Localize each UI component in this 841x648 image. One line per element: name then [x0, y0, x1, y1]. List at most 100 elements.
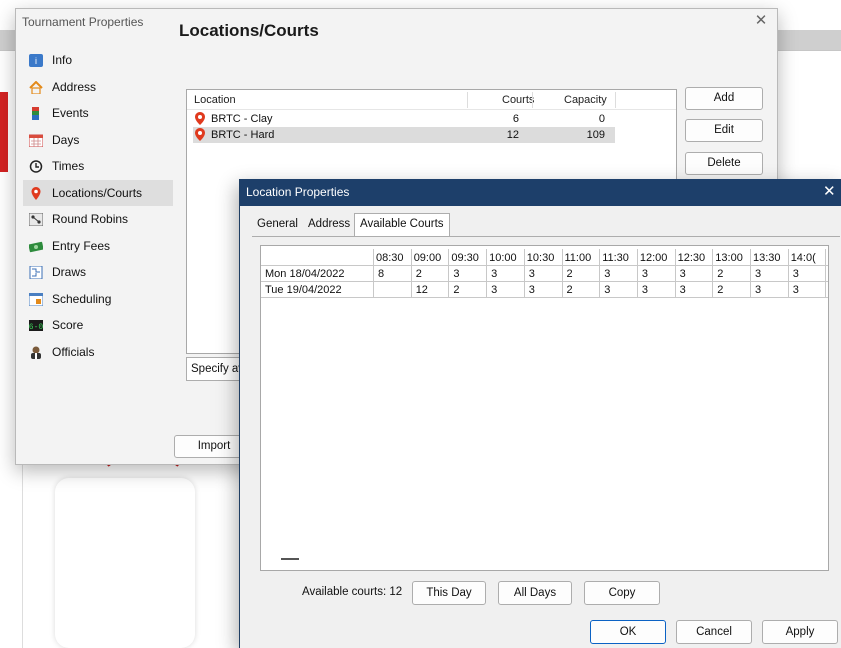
time-column-header[interactable]: 08:30	[376, 250, 404, 266]
time-column-header[interactable]: 14:0(	[791, 250, 816, 266]
available-courts-grid[interactable]: 08:30 09:00 09:30 10:00 10:30 11:00 11:30 12:00…	[260, 245, 829, 571]
time-column-header[interactable]: 11:00	[565, 250, 592, 266]
horizontal-scrollbar[interactable]	[281, 558, 299, 560]
sidebar-item-locations-courts[interactable]: Locations/Courts	[23, 179, 173, 206]
calendar-icon	[29, 134, 43, 147]
sidebar-item-label: Info	[52, 53, 73, 67]
column-header-courts[interactable]: Courts	[502, 94, 534, 106]
time-column-header[interactable]: 09:00	[414, 250, 442, 266]
column-divider	[467, 92, 468, 108]
tab-divider	[252, 236, 840, 237]
delete-button[interactable]: Delete	[685, 152, 763, 175]
sidebar-item-score[interactable]: 6-0 Score	[23, 312, 173, 339]
court-count-cell[interactable]: 8	[378, 266, 384, 282]
sidebar-item-scheduling[interactable]: Scheduling	[23, 286, 173, 313]
scheduling-icon	[29, 292, 43, 306]
cancel-button[interactable]: Cancel	[676, 620, 752, 644]
table-row[interactable]: Tue 19/04/2022 12 2 3 3 2 3 3 3 2 3 3	[261, 282, 828, 298]
table-row[interactable]: Mon 18/04/2022 8 2 3 3 3 2 3 3 3 2 3 3	[261, 266, 828, 282]
court-count-cell[interactable]: 3	[529, 266, 535, 282]
court-count-cell[interactable]: 3	[680, 266, 686, 282]
tab-general[interactable]: General	[252, 214, 303, 235]
ok-button[interactable]: OK	[590, 620, 666, 644]
this-day-button[interactable]: This Day	[412, 581, 486, 605]
sidebar-item-round-robins[interactable]: Round Robins	[23, 206, 173, 233]
location-pin-icon	[195, 128, 205, 141]
day-label: Tue 19/04/2022	[265, 284, 342, 296]
time-column-header[interactable]: 10:00	[489, 250, 517, 266]
court-count-cell[interactable]: 2	[416, 266, 422, 282]
time-column-header[interactable]: 12:30	[678, 250, 706, 266]
court-count-cell[interactable]: 3	[529, 282, 535, 298]
add-button[interactable]: Add	[685, 87, 763, 110]
header-divider	[187, 109, 676, 110]
court-count-cell[interactable]: 3	[793, 266, 799, 282]
location-properties-dialog: Location Properties ✕ General Address Av…	[239, 179, 841, 648]
location-capacity: 0	[598, 113, 605, 125]
money-icon	[29, 241, 43, 252]
location-pin-icon	[31, 186, 41, 200]
page-title: Locations/Courts	[179, 21, 319, 40]
time-column-header[interactable]: 13:30	[753, 250, 781, 266]
sidebar-item-label: Round Robins	[52, 212, 129, 226]
sidebar-item-times[interactable]: Times	[23, 153, 173, 180]
all-days-button[interactable]: All Days	[498, 581, 572, 605]
time-column-header[interactable]: 10:30	[527, 250, 555, 266]
sidebar-item-label: Events	[52, 106, 89, 120]
sidebar-item-days[interactable]: Days	[23, 127, 173, 154]
court-count-cell[interactable]: 2	[453, 282, 459, 298]
court-count-cell[interactable]: 3	[491, 282, 497, 298]
apply-button[interactable]: Apply	[762, 620, 838, 644]
sidebar-item-draws[interactable]: Draws	[23, 259, 173, 286]
court-count-cell[interactable]: 2	[717, 282, 723, 298]
time-column-header[interactable]: 11:30	[602, 250, 629, 266]
court-count-cell[interactable]: 3	[604, 266, 610, 282]
clock-icon	[29, 160, 43, 173]
sidebar-item-entry-fees[interactable]: Entry Fees	[23, 233, 173, 260]
sidebar-item-events[interactable]: Events	[23, 100, 173, 127]
court-count-cell[interactable]: 3	[453, 266, 459, 282]
location-pin-icon	[195, 112, 205, 125]
home-icon	[29, 80, 43, 94]
close-icon[interactable]: ✕	[751, 12, 771, 30]
court-count-cell[interactable]: 3	[793, 282, 799, 298]
table-row[interactable]: BRTC - Clay 6 0	[193, 111, 615, 127]
sidebar-item-info[interactable]: i Info	[23, 47, 173, 74]
court-count-cell[interactable]: 3	[755, 282, 761, 298]
close-icon[interactable]: ✕	[823, 182, 836, 200]
court-count-cell[interactable]: 2	[567, 266, 573, 282]
sidebar-item-label: Score	[52, 318, 84, 332]
time-column-header[interactable]: 12:00	[640, 250, 668, 266]
court-count-cell[interactable]: 2	[717, 266, 723, 282]
court-count-cell[interactable]: 3	[604, 282, 610, 298]
sidebar-item-officials[interactable]: Officials	[23, 339, 173, 366]
location-courts: 12	[506, 129, 519, 141]
sidebar-item-label: Times	[52, 159, 85, 173]
court-count-cell[interactable]: 3	[680, 282, 686, 298]
column-header-capacity[interactable]: Capacity	[564, 94, 607, 106]
round-robin-icon	[29, 213, 43, 226]
sidebar-item-address[interactable]: Address	[23, 74, 173, 101]
draws-icon	[29, 266, 43, 279]
court-count-cell[interactable]: 2	[567, 282, 573, 298]
sidebar-item-label: Officials	[52, 344, 95, 359]
svg-text:i: i	[35, 56, 37, 66]
score-icon: 6-0	[29, 320, 43, 332]
court-count-cell[interactable]: 3	[755, 266, 761, 282]
title-bar: Location Properties ✕	[240, 179, 841, 206]
available-courts-label: Available courts: 12	[302, 586, 403, 598]
location-name: BRTC - Hard	[211, 129, 275, 141]
column-header-location[interactable]: Location	[194, 94, 236, 106]
time-column-header[interactable]: 13:00	[715, 250, 743, 266]
table-row[interactable]: BRTC - Hard 12 109	[193, 127, 615, 143]
tab-address[interactable]: Address	[303, 214, 355, 235]
court-count-cell[interactable]: 3	[491, 266, 497, 282]
official-icon	[31, 346, 41, 359]
copy-button[interactable]: Copy	[584, 581, 660, 605]
edit-button[interactable]: Edit	[685, 119, 763, 142]
court-count-cell[interactable]: 3	[642, 266, 648, 282]
court-count-cell[interactable]: 12	[416, 282, 428, 298]
time-column-header[interactable]: 09:30	[451, 250, 479, 266]
court-count-cell[interactable]: 3	[642, 282, 648, 298]
tab-available-courts[interactable]: Available Courts	[354, 213, 450, 237]
